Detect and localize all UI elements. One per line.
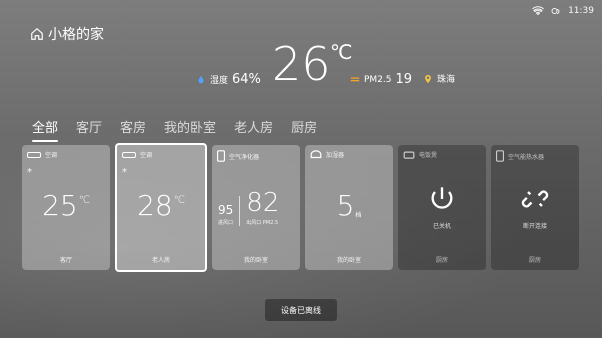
outdoor-temperature: 26: [272, 37, 331, 91]
humidity-label: 湿度: [210, 76, 229, 86]
pm-value: 19: [395, 72, 413, 87]
tab-kitchen[interactable]: 厨房: [291, 117, 317, 142]
status-bar: 11:39: [532, 6, 594, 16]
gear-unit: 档: [355, 212, 362, 219]
pm-icon: [350, 77, 360, 81]
device-card-water-heater[interactable]: 空气能热水器 断开连接 厨房: [491, 145, 579, 270]
cooling-mode-icon: *: [27, 167, 32, 178]
connection-status: 断开连接: [491, 185, 579, 230]
gear-value: 5: [336, 189, 355, 222]
device-room: 我的卧室: [336, 257, 361, 264]
device-room: 我的卧室: [243, 257, 268, 264]
device-value: 25℃: [22, 189, 110, 222]
card-header: 空气净化器: [217, 150, 259, 162]
air-quality-readout: 95 进风口 82 出风口 PM2.5: [218, 189, 279, 226]
card-header: 空气能热水器: [496, 150, 544, 162]
device-card-humidifier[interactable]: 加湿器 5档 我的卧室: [305, 145, 393, 270]
setpoint-value: 28: [137, 189, 173, 222]
air-purifier-icon: [217, 150, 225, 162]
device-card-ac-elderly-room[interactable]: 空调 * 28℃ 老人房: [115, 143, 207, 272]
inlet-value: 95: [218, 203, 234, 217]
clock: 11:39: [568, 6, 594, 16]
water-heater-icon: [496, 150, 504, 162]
disconnected-link-icon: [521, 190, 549, 208]
setpoint-unit: ℃: [78, 195, 90, 206]
power-status: 已关机: [398, 185, 486, 230]
tab-all[interactable]: 全部: [32, 117, 59, 142]
device-name: 空气净化器: [229, 153, 260, 161]
card-header: 加湿器: [310, 150, 344, 159]
humidity: 湿度 64%: [196, 72, 261, 87]
inlet-reading: 95 进风口: [218, 203, 233, 226]
device-room: 客厅: [59, 257, 72, 264]
pm-label: PM2.5: [364, 74, 392, 85]
offline-toast: 设备已离线: [265, 299, 337, 321]
tab-elderly-room[interactable]: 老人房: [234, 117, 273, 142]
device-room: 老人房: [151, 257, 170, 264]
tab-living-room[interactable]: 客厅: [76, 117, 102, 142]
inlet-label: 进风口: [218, 220, 234, 226]
device-name: 加湿器: [326, 152, 345, 159]
setpoint-value: 25: [42, 189, 78, 222]
device-name: 空气能热水器: [508, 153, 545, 161]
device-state: 已关机: [432, 223, 451, 230]
humidity-value: 64%: [232, 72, 261, 87]
device-card-rice-cooker[interactable]: 电饭煲 已关机 厨房: [398, 145, 486, 270]
outlet-label: 出风口 PM2.5: [246, 220, 279, 226]
location: 珠海: [423, 72, 455, 85]
room-tabs: 全部 客厅 客房 我的卧室 老人房 厨房: [32, 117, 317, 142]
device-cards: 空调 * 25℃ 客厅 空调 * 28℃ 老人房 空气净化器 95 进风口 82…: [22, 143, 579, 272]
humidifier-icon: [310, 150, 322, 159]
setpoint-unit: ℃: [173, 195, 185, 206]
outlet-reading: 82 出风口 PM2.5: [246, 189, 279, 226]
device-name: 空调: [140, 152, 153, 159]
power-icon: [431, 187, 453, 209]
device-value: 28℃: [117, 189, 205, 222]
wifi-icon: [532, 6, 544, 16]
tab-my-bedroom[interactable]: 我的卧室: [164, 117, 216, 142]
device-card-ac-living-room[interactable]: 空调 * 25℃ 客厅: [22, 145, 110, 270]
cooling-mode-icon: *: [122, 167, 127, 178]
pm25: PM2.5 19: [350, 72, 412, 87]
ac-icon: [27, 151, 41, 158]
device-card-air-purifier[interactable]: 空气净化器 95 进风口 82 出风口 PM2.5 我的卧室: [212, 145, 300, 270]
card-header: 空调: [122, 150, 152, 159]
location-pin-icon: [425, 74, 431, 83]
device-name: 电饭煲: [419, 152, 438, 159]
card-header: 电饭煲: [403, 150, 437, 159]
outlet-value: 82: [246, 188, 280, 218]
rice-cooker-icon: [403, 151, 415, 159]
city: 珠海: [437, 75, 456, 85]
tab-guest-room[interactable]: 客房: [120, 117, 146, 142]
temperature-unit: ℃: [330, 40, 353, 64]
device-room: 厨房: [528, 257, 541, 264]
ac-icon: [122, 151, 136, 158]
device-room: 厨房: [435, 257, 448, 264]
divider: [239, 196, 241, 226]
device-state: 断开连接: [522, 223, 547, 230]
weather-icon: [551, 8, 560, 14]
weather-summary: 26 ℃ 湿度 64% PM2.5 19 珠海: [0, 34, 602, 94]
humidity-icon: [198, 75, 204, 83]
device-value: 5档: [305, 189, 393, 222]
card-header: 空调: [27, 150, 57, 159]
device-name: 空调: [45, 152, 58, 159]
